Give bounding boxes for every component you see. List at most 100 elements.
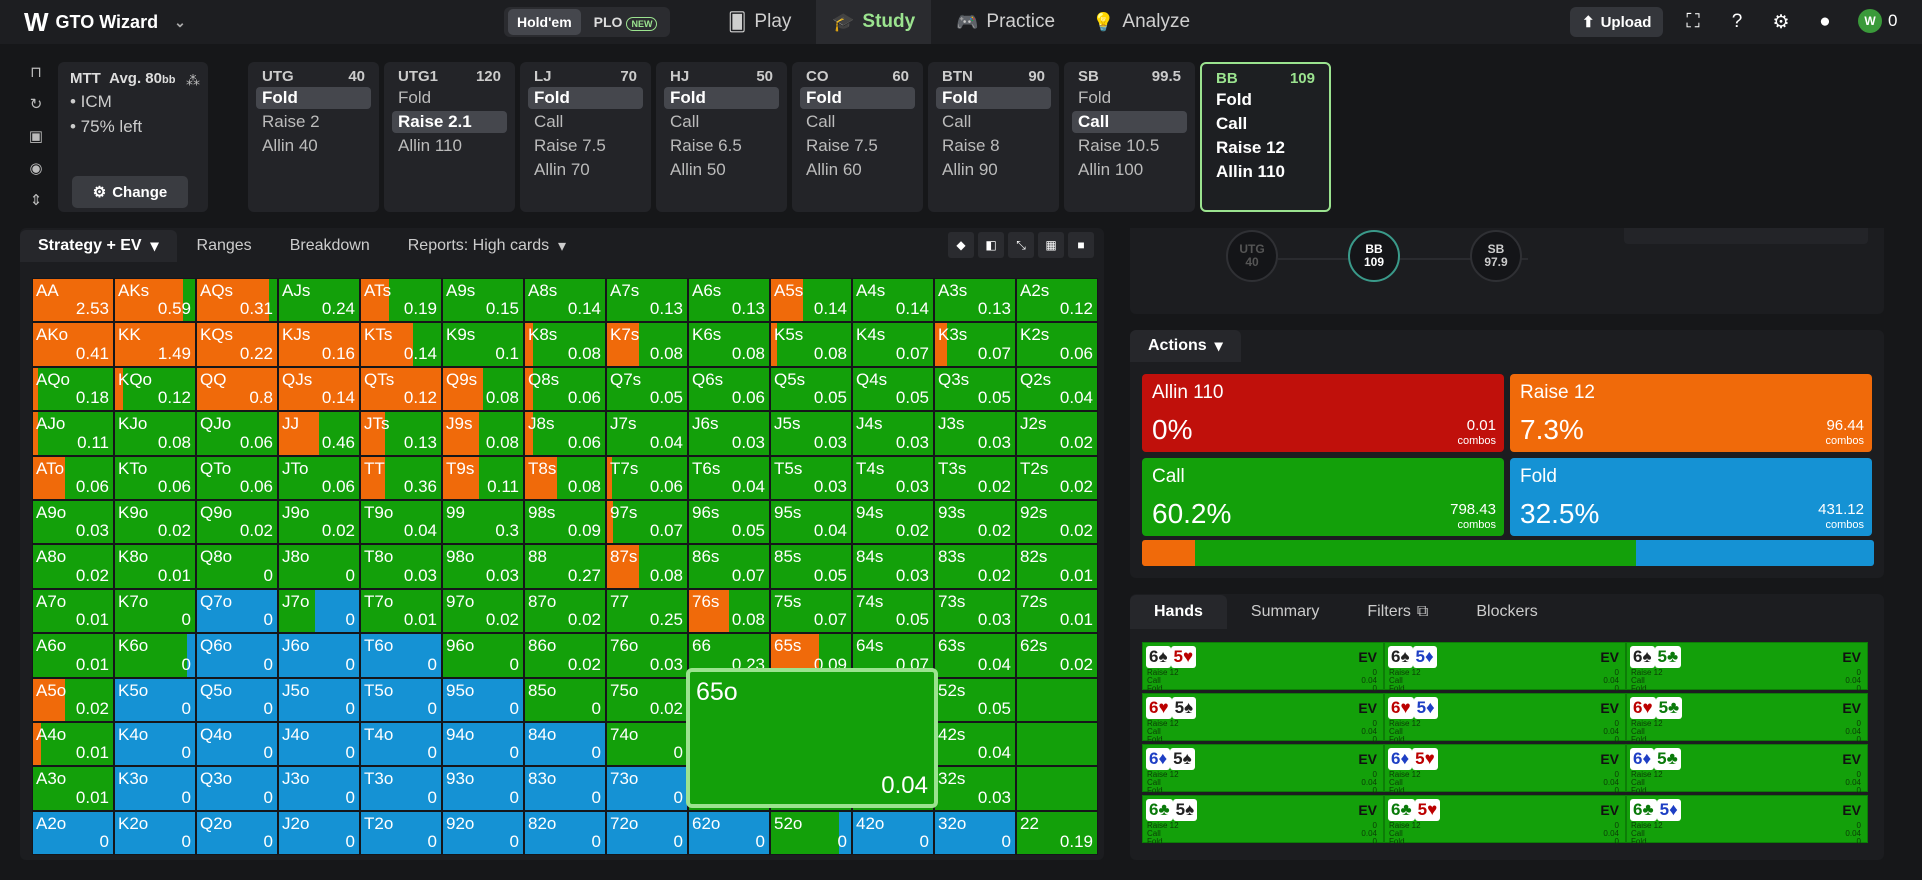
seat-sb[interactable]: SB 99.5 Fold Call Raise 10.5 Allin 100 (1064, 62, 1195, 212)
hand-cell[interactable]: 72o 0 (606, 810, 688, 856)
hand-cell[interactable]: 87s 0.08 (606, 544, 688, 589)
hand-cell[interactable]: T5o 0 (360, 677, 442, 722)
hand-cell[interactable]: Q4s 0.05 (852, 366, 934, 412)
seat-action[interactable]: Allin 50 (664, 159, 779, 181)
hand-cell[interactable]: A7s 0.13 (606, 278, 688, 323)
hand-cell[interactable]: T7o 0.01 (360, 588, 442, 634)
seat-lj[interactable]: LJ 70 Fold Call Raise 7.5 Allin 70 (520, 62, 651, 212)
hand-cell[interactable]: A9o 0.03 (32, 499, 114, 545)
hand-cell[interactable]: 84s 0.03 (852, 544, 934, 589)
hand-cell[interactable]: T2s 0.02 (1016, 455, 1098, 500)
hand-cell[interactable]: J9s 0.08 (442, 411, 524, 456)
hand-cell[interactable]: J3s 0.03 (934, 411, 1016, 456)
seat-action[interactable]: Allin 40 (256, 135, 371, 157)
hand-cell[interactable]: T9s 0.11 (442, 455, 524, 500)
hand-cell[interactable]: 75s 0.07 (770, 588, 852, 634)
screenshot-icon[interactable]: ⛶ (1680, 9, 1706, 35)
seat-action[interactable]: Allin 110 (1210, 161, 1321, 183)
hand-cell[interactable]: AJo 0.11 (32, 411, 114, 456)
position-sb[interactable]: SB 97.9 (1470, 230, 1522, 282)
gear-icon[interactable]: ⚙ (1768, 9, 1794, 35)
hand-cell[interactable]: 94s 0.02 (852, 499, 934, 545)
hand-cell[interactable]: 83s 0.02 (934, 544, 1016, 589)
seat-action[interactable]: Allin 110 (392, 135, 507, 157)
hand-cell[interactable]: A2o 0 (32, 810, 114, 856)
seat-action[interactable]: Fold (392, 87, 507, 109)
nav-study[interactable]: 🎓 Study (816, 0, 932, 44)
hand-cell[interactable] (1016, 721, 1098, 767)
hand-cell[interactable]: 93o 0 (442, 766, 524, 811)
hand-cell[interactable]: 98s 0.09 (524, 499, 606, 545)
hand-cell[interactable]: ATs 0.19 (360, 278, 442, 323)
hand-cell[interactable]: 32s 0.03 (934, 766, 1016, 811)
hand-cell[interactable]: 32o 0 (934, 810, 1016, 856)
nav-play[interactable]: 🂠 Play (712, 0, 807, 44)
seat-btn[interactable]: BTN 90 Fold Call Raise 8 Allin 90 (928, 62, 1059, 212)
hand-cell[interactable]: J9o 0.02 (278, 499, 360, 545)
expand-icon[interactable]: ⇕ (20, 188, 52, 212)
seat-action[interactable]: Allin 90 (936, 159, 1051, 181)
hand-cell[interactable]: K7s 0.08 (606, 322, 688, 367)
hand-cell[interactable]: 97s 0.07 (606, 499, 688, 545)
nav-practice[interactable]: 🎮 Practice (940, 0, 1071, 44)
combo-cell[interactable]: 6♠ 5♥ EV Raise 12 Call Fold 0 0.04 0 (1142, 642, 1384, 693)
hand-cell[interactable]: 93s 0.02 (934, 499, 1016, 545)
combo-cell[interactable]: 6♥ 5♣ EV Raise 12 Call Fold 0 0.04 0 (1626, 693, 1868, 744)
hand-cell[interactable]: A7o 0.01 (32, 588, 114, 634)
hand-cell[interactable]: K3o 0 (114, 766, 196, 811)
hand-cell[interactable]: T8s 0.08 (524, 455, 606, 500)
hand-cell[interactable]: 97o 0.02 (442, 588, 524, 634)
hand-cell[interactable]: JTs 0.13 (360, 411, 442, 456)
seat-action[interactable]: Fold (936, 87, 1051, 109)
hand-cell[interactable]: QTs 0.12 (360, 366, 442, 412)
hand-cell[interactable]: J5o 0 (278, 677, 360, 722)
combo-cell[interactable]: 6♥ 5♦ EV Raise 12 Call Fold 0 0.04 0 (1384, 693, 1626, 744)
hand-cell[interactable]: 82o 0 (524, 810, 606, 856)
hand-cell[interactable]: Q7s 0.05 (606, 366, 688, 412)
hand-cell[interactable]: 99 0.3 (442, 499, 524, 545)
hand-cell[interactable]: 95o 0 (442, 677, 524, 722)
hand-cell[interactable]: A8s 0.14 (524, 278, 606, 323)
seat-hj[interactable]: HJ 50 Fold Call Raise 6.5 Allin 50 (656, 62, 787, 212)
gamepad-icon[interactable]: ◉ (20, 156, 52, 180)
hand-cell[interactable]: K5o 0 (114, 677, 196, 722)
hand-cell[interactable]: Q3o 0 (196, 766, 278, 811)
position-utg[interactable]: UTG 40 (1226, 230, 1278, 282)
coins[interactable]: W0 (1858, 9, 1897, 33)
hand-cell[interactable]: 86s 0.07 (688, 544, 770, 589)
share-icon[interactable]: ⁂ (186, 72, 200, 89)
hand-cell[interactable]: A3s 0.13 (934, 278, 1016, 323)
hand-cell[interactable]: AA 2.53 (32, 278, 114, 323)
nav-analyze[interactable]: 💡 Analyze (1076, 0, 1206, 44)
hand-cell[interactable]: 76s 0.08 (688, 588, 770, 634)
action-box[interactable]: Allin 110 0% 0.01 combos (1142, 374, 1504, 452)
seat-utg1[interactable]: UTG1 120 Fold Raise 2.1 Allin 110 (384, 62, 515, 212)
hand-cell[interactable]: K6o 0 (114, 633, 196, 678)
hand-cell[interactable]: AQs 0.31 (196, 278, 278, 323)
combo-cell[interactable]: 6♠ 5♣ EV Raise 12 Call Fold 0 0.04 0 (1626, 642, 1868, 693)
hand-cell[interactable]: KJs 0.16 (278, 322, 360, 367)
save-icon[interactable]: ▣ (20, 124, 52, 148)
hand-cell[interactable]: KTs 0.14 (360, 322, 442, 367)
hand-cell[interactable]: 73o 0 (606, 766, 688, 811)
seat-action[interactable]: Call (528, 111, 643, 133)
hand-cell[interactable]: Q3s 0.05 (934, 366, 1016, 412)
hand-cell[interactable]: AJs 0.24 (278, 278, 360, 323)
combo-cell[interactable]: 6♦ 5♣ EV Raise 12 Call Fold 0 0.04 0 (1626, 744, 1868, 795)
action-box[interactable]: Call 60.2% 798.43 combos (1142, 458, 1504, 536)
hand-cell[interactable]: A6o 0.01 (32, 633, 114, 678)
hand-cell[interactable]: 52s 0.05 (934, 677, 1016, 722)
hand-cell[interactable]: Q8s 0.06 (524, 366, 606, 412)
hand-cell[interactable]: Q9o 0.02 (196, 499, 278, 545)
hand-cell[interactable]: 98o 0.03 (442, 544, 524, 589)
hand-cell[interactable]: A8o 0.02 (32, 544, 114, 589)
seat-action[interactable]: Raise 10.5 (1072, 135, 1187, 157)
hand-cell[interactable]: J8s 0.06 (524, 411, 606, 456)
hand-cell[interactable]: K7o 0 (114, 588, 196, 634)
seat-action[interactable]: Fold (1072, 87, 1187, 109)
hand-cell[interactable]: J2o 0 (278, 810, 360, 856)
hand-cell[interactable] (1016, 677, 1098, 722)
hand-cell[interactable]: JJ 0.46 (278, 411, 360, 456)
square-icon[interactable]: ■ (1068, 232, 1094, 258)
seat-action[interactable]: Call (936, 111, 1051, 133)
